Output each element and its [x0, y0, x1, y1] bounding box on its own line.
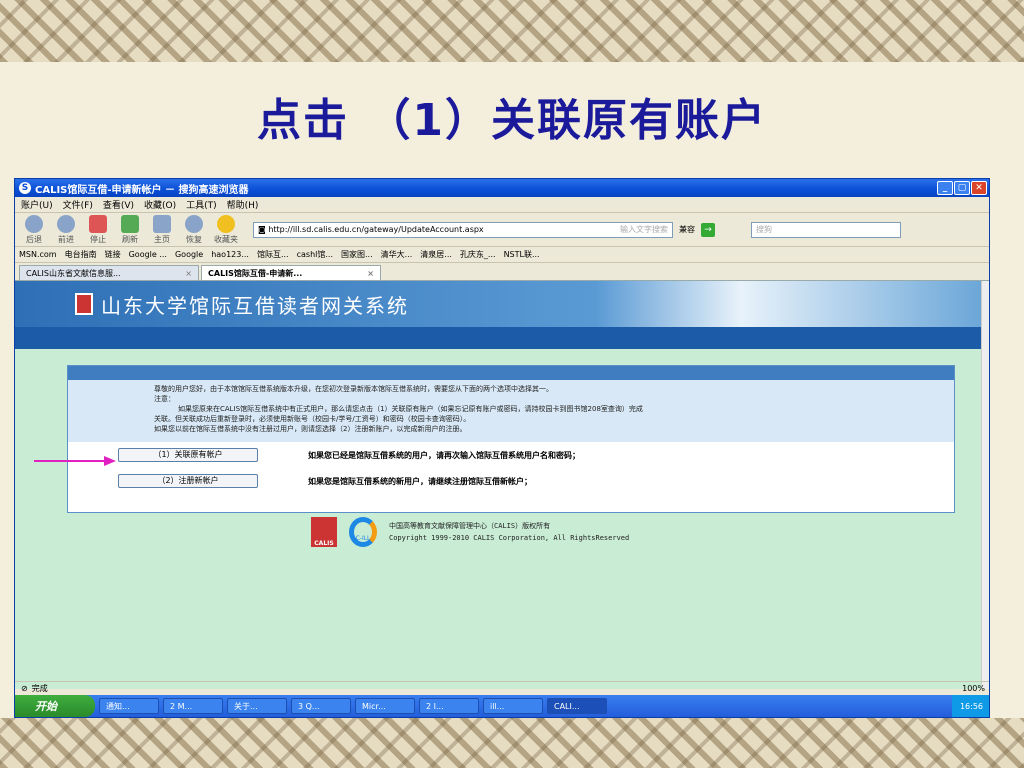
fav-item[interactable]: MSN.com [19, 250, 57, 259]
register-new-desc: 如果您是馆际互借系统的新用户，请继续注册馆际互借新帐户； [308, 476, 532, 486]
start-button[interactable]: 开始 [15, 695, 95, 717]
menu-bar: 账户(U) 文件(F) 查看(V) 收藏(O) 工具(T) 帮助(H) [15, 197, 989, 213]
page-footer: CALIS C-ILL 中国高等教育文献保障管理中心（CALIS）版权所有 Co… [311, 517, 629, 547]
favorites-button[interactable]: 收藏夹 [213, 214, 239, 245]
fav-item[interactable]: 清华大... [381, 249, 413, 260]
footer-text: 中国高等教育文献保障管理中心（CALIS）版权所有 Copyright 1999… [389, 522, 630, 542]
page-icon: ◙ [258, 225, 269, 234]
cill-footer-logo: C-ILL [349, 517, 377, 547]
register-new-account-button[interactable]: （2）注册新帐户 [118, 474, 258, 488]
fav-item[interactable]: 链接 [105, 249, 121, 260]
taskbar-item[interactable]: CALI... [547, 698, 607, 714]
restore-button[interactable]: 恢复 [181, 214, 207, 245]
taskbar-item[interactable]: 2 I... [419, 698, 479, 714]
panel-header [68, 366, 954, 380]
tab-bar: CALIS山东省文献信息服... × CALIS馆际互借-申请新... × [15, 263, 989, 281]
go-icon[interactable]: → [701, 222, 715, 237]
option-row-register: （2）注册新帐户 如果您是馆际互借系统的新用户，请继续注册馆际互借新帐户； [68, 468, 954, 494]
taskbar-item[interactable]: 通知... [99, 698, 159, 714]
arrow-head-icon [104, 456, 116, 466]
back-icon [25, 214, 43, 233]
fav-item[interactable]: 电台指南 [65, 249, 97, 260]
taskbar-item[interactable]: 2 M... [163, 698, 223, 714]
arrow-shaft [34, 460, 104, 462]
favorites-bar: MSN.com 电台指南 链接 Google ... Google hao123… [15, 247, 989, 263]
home-icon [153, 214, 171, 233]
window-title: CALIS馆际互借-申请新帐户 － 搜狗高速浏览器 [35, 184, 249, 196]
slide-title: 点击 （1）关联原有账户 [257, 95, 767, 146]
forward-icon [57, 214, 75, 233]
system-tray: 16:56 [951, 695, 989, 717]
tab-calis-apply[interactable]: CALIS馆际互借-申请新... × [201, 265, 381, 280]
address-hint: 输入文字搜索 [620, 225, 668, 234]
pointer-arrow [34, 456, 116, 466]
decorative-bottom-border [0, 718, 1024, 768]
taskbar-item[interactable]: ill... [483, 698, 543, 714]
banner-title: 山东大学馆际互借读者网关系统 [101, 293, 409, 318]
menu-help[interactable]: 帮助(H) [227, 198, 259, 211]
back-button[interactable]: 后退 [21, 214, 47, 245]
browser-logo-icon: S [19, 182, 31, 194]
restore-icon [185, 214, 203, 233]
maximize-icon[interactable]: ▢ [954, 181, 970, 195]
banner-strip [15, 327, 983, 349]
address-url: http://ill.sd.calis.edu.cn/gateway/Updat… [268, 225, 484, 234]
calis-footer-logo: CALIS [311, 517, 337, 547]
close-icon[interactable]: ✕ [971, 181, 987, 195]
taskbar-item[interactable]: Micr... [355, 698, 415, 714]
fav-item[interactable]: Google [175, 250, 203, 259]
menu-file[interactable]: 文件(F) [63, 198, 93, 211]
fav-item[interactable]: 孔庆东_... [460, 249, 496, 260]
menu-account[interactable]: 账户(U) [21, 198, 53, 211]
browser-window: S CALIS馆际互借-申请新帐户 － 搜狗高速浏览器 _ ▢ ✕ 账户(U) … [14, 178, 990, 718]
notice-text: 尊敬的用户您好，由于本馆馆际互借系统版本升级，在您初次登录新版本馆际互借系统时，… [68, 380, 954, 442]
status-text: 完成 [31, 684, 48, 693]
window-controls: _ ▢ ✕ [937, 181, 989, 195]
title-bar: S CALIS馆际互借-申请新帐户 － 搜狗高速浏览器 _ ▢ ✕ [15, 179, 989, 197]
close-tab-icon[interactable]: × [367, 269, 374, 278]
taskbar-item[interactable]: 3 Q... [291, 698, 351, 714]
compat-label[interactable]: 兼容 [679, 224, 695, 235]
status-bar: ⊘ 完成 100% [15, 681, 989, 695]
account-options-panel: 尊敬的用户您好，由于本馆馆际互借系统版本升级，在您初次登录新版本馆际互借系统时，… [67, 365, 955, 513]
link-existing-account-button[interactable]: （1）关联原有帐户 [118, 448, 258, 462]
forward-button[interactable]: 前进 [53, 214, 79, 245]
fav-item[interactable]: 清泉居... [420, 249, 452, 260]
fav-item[interactable]: 国家图... [341, 249, 373, 260]
fav-item[interactable]: Google ... [129, 250, 167, 259]
stop-icon [89, 214, 107, 233]
menu-tools[interactable]: 工具(T) [186, 198, 217, 211]
search-input[interactable]: 搜狗 [751, 221, 901, 238]
calis-logo-icon [75, 293, 93, 315]
refresh-icon [121, 214, 139, 233]
zoom-level[interactable]: 100% [962, 684, 989, 693]
fav-item[interactable]: hao123... [211, 250, 249, 259]
clock: 16:56 [959, 701, 983, 711]
taskbar-item[interactable]: 关于... [227, 698, 287, 714]
taskbar: 开始 通知... 2 M... 关于... 3 Q... Micr... 2 I… [15, 695, 989, 717]
decorative-top-border [0, 0, 1024, 62]
link-existing-desc: 如果您已经是馆际互借系统的用户，请再次输入馆际互借系统用户名和密码； [308, 450, 580, 460]
toolbar: 后退 前进 停止 刷新 主页 恢复 收藏夹 ◙ http://ill.sd.ca… [15, 213, 989, 247]
menu-view[interactable]: 查看(V) [103, 198, 134, 211]
address-bar[interactable]: ◙ http://ill.sd.calis.edu.cn/gateway/Upd… [253, 221, 673, 238]
minimize-icon[interactable]: _ [937, 181, 953, 195]
vertical-scrollbar[interactable] [981, 281, 989, 689]
tab-calis-shandong[interactable]: CALIS山东省文献信息服... × [19, 265, 199, 280]
home-button[interactable]: 主页 [149, 214, 175, 245]
option-row-link: （1）关联原有帐户 如果您已经是馆际互借系统的用户，请再次输入馆际互借系统用户名… [68, 442, 954, 468]
site-banner: 山东大学馆际互借读者网关系统 [15, 281, 983, 327]
done-icon: ⊘ [21, 684, 28, 693]
fav-item[interactable]: cashl馆... [297, 249, 333, 260]
menu-favorites[interactable]: 收藏(O) [144, 198, 176, 211]
close-tab-icon[interactable]: × [185, 269, 192, 278]
stop-button[interactable]: 停止 [85, 214, 111, 245]
star-icon [217, 214, 235, 233]
fav-item[interactable]: 馆际互... [257, 249, 289, 260]
page-content: 山东大学馆际互借读者网关系统 尊敬的用户您好，由于本馆馆际互借系统版本升级，在您… [15, 281, 983, 689]
fav-item[interactable]: NSTL联... [504, 249, 540, 260]
refresh-button[interactable]: 刷新 [117, 214, 143, 245]
